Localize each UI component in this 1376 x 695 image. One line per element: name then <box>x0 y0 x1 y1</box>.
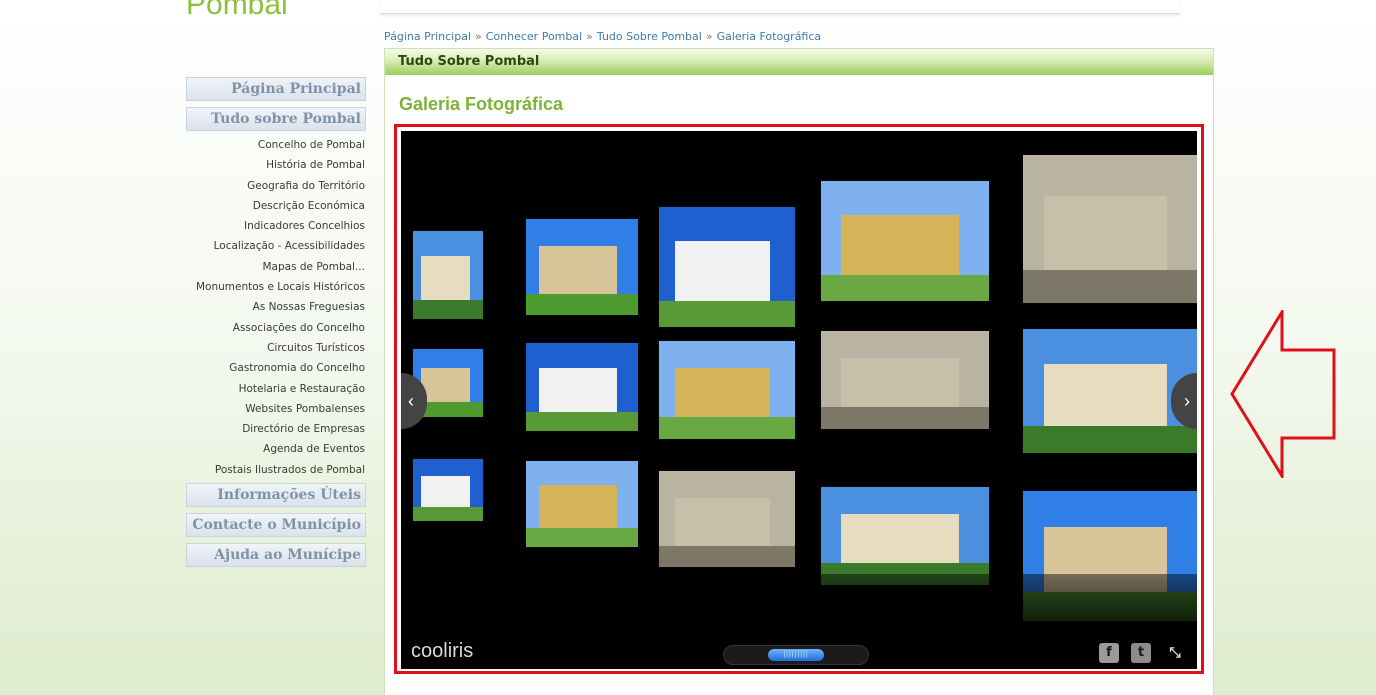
gallery-photo[interactable] <box>821 487 989 585</box>
photo-building <box>421 256 470 300</box>
sidebar-link[interactable]: Circuitos Turísticos <box>186 338 366 358</box>
photo-ground <box>821 275 989 301</box>
photo-ground <box>659 546 795 567</box>
gallery-photo[interactable] <box>413 459 483 521</box>
sidebar-link[interactable]: Associações do Concelho <box>186 318 366 338</box>
photo-ground <box>821 407 989 429</box>
photo-ground <box>526 294 638 315</box>
sidebar-link[interactable]: Agenda de Eventos <box>186 439 366 459</box>
sidebar-link[interactable]: Monumentos e Locais Históricos <box>186 277 366 297</box>
photo-building <box>539 246 617 294</box>
fullscreen-icon[interactable]: ⤡ <box>1165 643 1185 663</box>
breadcrumb: Página Principal» Conhecer Pombal» Tudo So… <box>384 30 821 43</box>
breadcrumb-home[interactable]: Página Principal <box>384 30 471 43</box>
sidebar-header-about[interactable]: Tudo sobre Pombal <box>186 107 366 131</box>
photo-ground <box>659 301 795 327</box>
gallery-photo[interactable] <box>526 461 638 547</box>
gallery-photo[interactable] <box>526 219 638 315</box>
photo-building <box>1044 196 1167 270</box>
photo-ground <box>1023 426 1197 453</box>
sidebar-link[interactable]: Geografia do Território <box>186 176 366 196</box>
site-logo[interactable]: Pombal <box>186 0 288 22</box>
photo-ground <box>413 507 483 521</box>
gallery-highlight-frame: ‹ › cooliris ||||||||| f t ⤡ <box>394 124 1204 674</box>
gallery-scroll-thumb[interactable]: ||||||||| <box>768 649 824 661</box>
gallery-photo[interactable] <box>659 471 795 567</box>
photo-ground <box>526 528 638 547</box>
sidebar-link[interactable]: Descrição Económica <box>186 196 366 216</box>
gallery-photo[interactable] <box>659 207 795 327</box>
gallery-scrollbar[interactable]: ||||||||| <box>723 645 869 665</box>
photo-ground <box>526 412 638 431</box>
gallery-photo[interactable] <box>1023 329 1197 453</box>
photo-building <box>841 358 959 407</box>
cooliris-logo[interactable]: cooliris <box>411 640 473 663</box>
section-title-bar: Tudo Sobre Pombal <box>385 49 1213 75</box>
photo-building <box>841 514 959 563</box>
sidebar-link[interactable]: Postais Ilustrados de Pombal <box>186 460 366 480</box>
photo-ground <box>659 417 795 439</box>
photo-building <box>421 368 470 402</box>
annotation-arrow-icon <box>1230 310 1336 478</box>
photo-building <box>841 215 959 275</box>
twitter-icon[interactable]: t <box>1131 643 1151 663</box>
photo-building <box>1044 364 1167 426</box>
sidebar-link[interactable]: História de Pombal <box>186 155 366 175</box>
breadcrumb-conhecer[interactable]: Conhecer Pombal <box>486 30 582 43</box>
sidebar-link[interactable]: Hotelaria e Restauração <box>186 379 366 399</box>
sidebar-header-help[interactable]: Ajuda ao Munícipe <box>186 543 366 568</box>
photo-building <box>675 241 770 301</box>
gallery-photo[interactable] <box>821 331 989 429</box>
sidebar-link[interactable]: Concelho de Pombal <box>186 135 366 155</box>
breadcrumb-separator: » <box>586 30 593 43</box>
sidebar-link[interactable]: Directório de Empresas <box>186 419 366 439</box>
sidebar-link[interactable]: Gastronomia do Concelho <box>186 358 366 378</box>
photo-building <box>675 498 770 546</box>
sidebar-header-info[interactable]: Informações Úteis <box>186 483 366 508</box>
breadcrumb-separator: » <box>475 30 482 43</box>
sidebar: Página Principal Tudo sobre Pombal Conce… <box>186 77 366 573</box>
gallery-photo[interactable] <box>1023 155 1197 303</box>
sidebar-link[interactable]: Websites Pombalenses <box>186 399 366 419</box>
photo-gallery-viewer[interactable]: ‹ › cooliris ||||||||| f t ⤡ <box>401 131 1197 669</box>
sidebar-link[interactable]: Localização - Acessibilidades <box>186 236 366 256</box>
gallery-photo[interactable] <box>526 343 638 431</box>
breadcrumb-tudo-sobre[interactable]: Tudo Sobre Pombal <box>597 30 702 43</box>
breadcrumb-separator: » <box>705 30 713 43</box>
gallery-photo[interactable] <box>659 341 795 439</box>
photo-ground <box>413 300 483 319</box>
sidebar-link[interactable]: As Nossas Freguesias <box>186 297 366 317</box>
gallery-photo[interactable] <box>413 231 483 319</box>
sidebar-link[interactable]: Indicadores Concelhios <box>186 216 366 236</box>
photo-building <box>421 476 470 507</box>
facebook-icon[interactable]: f <box>1099 643 1119 663</box>
sidebar-link[interactable]: Mapas de Pombal... <box>186 257 366 277</box>
photo-building <box>539 368 617 412</box>
sidebar-header-home[interactable]: Página Principal <box>186 77 366 101</box>
sidebar-links: Concelho de Pombal História de Pombal Geog… <box>186 135 366 480</box>
gallery-photo[interactable] <box>821 181 989 301</box>
breadcrumb-galeria[interactable]: Galeria Fotográfica <box>717 30 822 43</box>
sidebar-header-contact[interactable]: Contacte o Município <box>186 513 366 538</box>
top-panel-edge <box>380 0 1180 14</box>
photo-ground <box>1023 270 1197 303</box>
page-title: Galeria Fotográfica <box>399 94 564 114</box>
photo-building <box>539 485 617 528</box>
photo-building <box>675 368 770 417</box>
